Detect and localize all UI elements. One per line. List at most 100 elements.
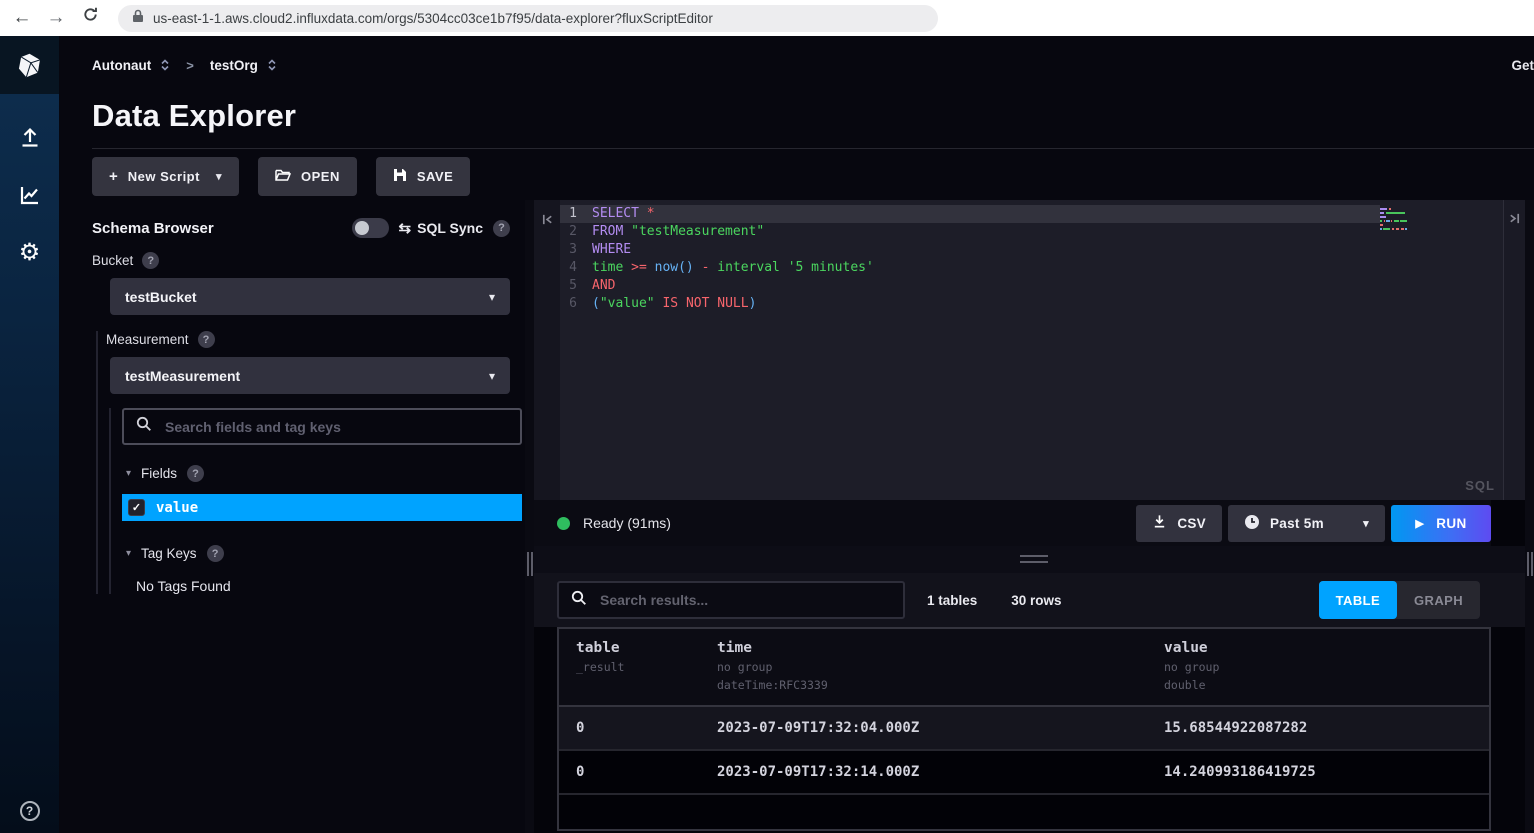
script-toolbar: + New Script ▾ OPEN SAVE — [92, 157, 470, 196]
bucket-dropdown[interactable]: testBucket ▾ — [110, 278, 510, 315]
panel-splitter-vertical[interactable] — [525, 200, 534, 833]
code-line: 6("value" IS NOT NULL) — [560, 295, 1380, 313]
table-row: 02023-07-09T17:32:04.000Z15.685449220872… — [559, 707, 1489, 751]
field-item-value[interactable]: ✓ value — [122, 494, 522, 521]
banner-text[interactable]: Get — [1511, 58, 1534, 73]
download-icon — [1152, 514, 1167, 532]
bucket-label: Bucket — [92, 253, 133, 268]
splitter-handle[interactable] — [1020, 555, 1048, 563]
editor-minimap[interactable] — [1380, 200, 1408, 500]
play-icon: ▶ — [1415, 517, 1424, 530]
fields-collapse-icon[interactable]: ▾ — [126, 468, 131, 479]
run-label: RUN — [1436, 516, 1466, 531]
splitter-handle[interactable] — [1527, 552, 1533, 576]
chevron-down-icon: ▾ — [1363, 517, 1369, 530]
code-line: 2FROM "testMeasurement" — [560, 223, 1380, 241]
code-line: 3WHERE — [560, 241, 1380, 259]
table-cell-time: 2023-07-09T17:32:14.000Z — [717, 764, 1164, 780]
column-header: timeno groupdateTime:RFC3339 — [717, 640, 1164, 692]
results-table-filler — [559, 795, 1489, 829]
splitter-handle[interactable] — [527, 552, 533, 576]
fields-help-icon[interactable]: ? — [187, 465, 204, 482]
collapse-left-icon[interactable] — [541, 213, 554, 231]
measurement-dropdown[interactable]: testMeasurement ▾ — [110, 357, 510, 394]
breadcrumb-org[interactable]: Autonaut — [92, 58, 151, 73]
code-line: 4time >= now() - interval '5 minutes' — [560, 259, 1380, 277]
fields-label: Fields — [141, 466, 177, 481]
browser-back-icon[interactable]: ← — [10, 0, 34, 36]
sql-sync-toggle[interactable] — [352, 218, 389, 238]
table-cell-table: 0 — [576, 764, 717, 780]
time-range-dropdown[interactable]: Past 5m ▾ — [1228, 505, 1385, 542]
new-script-button[interactable]: + New Script ▾ — [92, 157, 239, 196]
view-mode-tabs: TABLE GRAPH — [1319, 581, 1480, 619]
collapse-right-icon[interactable] — [1508, 212, 1521, 230]
influxdb-logo[interactable] — [0, 36, 59, 94]
rows-count: 30 rows — [1011, 593, 1061, 608]
sql-sync-help-icon[interactable]: ? — [493, 220, 510, 237]
panel-splitter-horizontal[interactable] — [534, 546, 1534, 573]
app-window: ⚙ ? Autonaut > testOrg Get Data Explorer — [0, 36, 1534, 833]
url-text: us-east-1-1.aws.cloud2.influxdata.com/or… — [153, 11, 713, 26]
save-label: SAVE — [417, 169, 453, 184]
collapse-left-strip[interactable] — [534, 200, 560, 500]
schema-browser-panel: Schema Browser ⇆ SQL Sync ? Bucket ? — [59, 200, 525, 833]
fields-tags-section: ▾ Fields ? ✓ value ▾ Tag Keys — [109, 408, 510, 594]
new-script-label: New Script — [128, 169, 200, 184]
results-search-box[interactable] — [557, 581, 905, 619]
table-cell-time: 2023-07-09T17:32:04.000Z — [717, 720, 1164, 736]
measurement-section: Measurement ? testMeasurement ▾ — [96, 331, 510, 594]
schema-search-input[interactable] — [163, 418, 508, 436]
title-divider — [92, 148, 1534, 149]
tables-count: 1 tables — [927, 593, 977, 608]
tab-graph[interactable]: GRAPH — [1397, 581, 1480, 619]
panel-splitter-right[interactable] — [1525, 200, 1534, 833]
browser-refresh-icon[interactable] — [78, 0, 102, 36]
tag-keys-help-icon[interactable]: ? — [207, 545, 224, 562]
open-button[interactable]: OPEN — [258, 157, 357, 196]
run-button[interactable]: ▶ RUN — [1391, 505, 1491, 542]
language-badge: SQL — [1465, 478, 1495, 493]
help-icon[interactable]: ? — [20, 801, 40, 821]
column-header: table_result — [576, 640, 717, 692]
code-line: 5AND — [560, 277, 1380, 295]
save-icon — [393, 168, 407, 185]
search-icon — [571, 590, 587, 611]
breadcrumb-suborg[interactable]: testOrg — [210, 58, 258, 73]
main-area: Autonaut > testOrg Get Data Explorer + N… — [59, 36, 1534, 833]
collapse-right-strip[interactable] — [1503, 200, 1525, 500]
tag-keys-collapse-icon[interactable]: ▾ — [126, 548, 131, 559]
field-checkbox[interactable]: ✓ — [128, 499, 145, 516]
bucket-value: testBucket — [125, 289, 197, 305]
tab-table[interactable]: TABLE — [1319, 581, 1397, 619]
suborg-switcher-icon[interactable] — [267, 58, 277, 72]
csv-download-button[interactable]: CSV — [1136, 505, 1222, 542]
table-cell-table: 0 — [576, 720, 717, 736]
browser-forward-icon[interactable]: → — [44, 0, 68, 36]
results-search-input[interactable] — [598, 591, 891, 609]
table-row: 02023-07-09T17:32:14.000Z14.240993186419… — [559, 751, 1489, 795]
measurement-help-icon[interactable]: ? — [198, 331, 215, 348]
line-chart-icon[interactable] — [17, 182, 43, 208]
editor-margin: SQL — [1408, 200, 1503, 500]
org-switcher-icon[interactable] — [160, 58, 170, 72]
workspace: Schema Browser ⇆ SQL Sync ? Bucket ? — [59, 200, 1534, 833]
results-toolbar: 1 tables 30 rows TABLE GRAPH — [534, 573, 1525, 627]
bucket-help-icon[interactable]: ? — [142, 252, 159, 269]
schema-search-box[interactable] — [122, 408, 522, 445]
save-button[interactable]: SAVE — [376, 157, 470, 196]
sql-editor: 1SELECT *2FROM "testMeasurement"3WHERE4t… — [534, 200, 1525, 500]
code-editor-text[interactable]: 1SELECT *2FROM "testMeasurement"3WHERE4t… — [560, 200, 1380, 500]
field-item-label: value — [156, 500, 198, 516]
measurement-label: Measurement — [106, 332, 189, 347]
results-panel: 1 tables 30 rows TABLE GRAPH table_resul… — [534, 573, 1525, 833]
tag-keys-label: Tag Keys — [141, 546, 197, 561]
page-title: Data Explorer — [92, 98, 296, 134]
address-bar[interactable]: us-east-1-1.aws.cloud2.influxdata.com/or… — [118, 5, 938, 32]
folder-icon — [275, 168, 291, 185]
open-label: OPEN — [301, 169, 340, 184]
gear-icon[interactable]: ⚙ — [17, 240, 43, 266]
upload-icon[interactable] — [17, 124, 43, 150]
results-table-header: table_resulttimeno groupdateTime:RFC3339… — [559, 629, 1489, 707]
time-range-value: Past 5m — [1270, 516, 1324, 531]
